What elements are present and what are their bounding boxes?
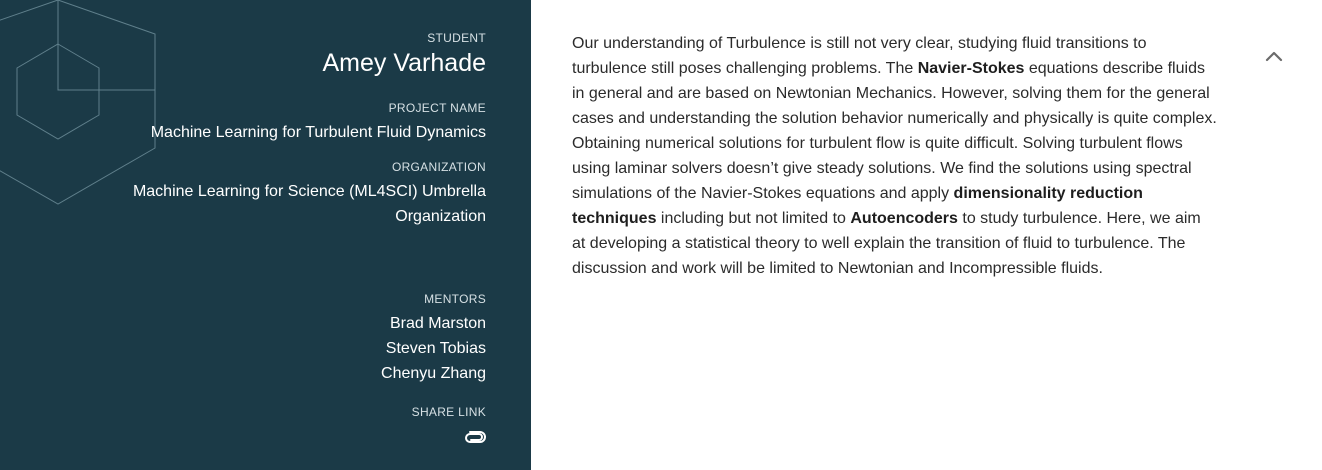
mentor-name: Chenyu Zhang: [381, 365, 486, 382]
project-name: Machine Learning for Turbulent Fluid Dyn…: [150, 124, 486, 141]
mentor-name: Brad Marston: [389, 315, 486, 332]
organization-name-line1: Machine Learning for Science (ML4SCI) Um…: [132, 183, 486, 200]
project-description: Our understanding of Turbulence is still…: [572, 31, 1218, 281]
mentors-section: MENTORS Brad Marston Steven Tobias Cheny…: [381, 291, 486, 449]
student-name: Amey Varhade: [322, 49, 486, 77]
project-sidebar: STUDENT Amey Varhade PROJECT NAME Machin…: [0, 0, 531, 470]
collapse-button[interactable]: [1262, 46, 1286, 66]
organization-label: ORGANIZATION: [391, 160, 486, 174]
chevron-up-icon: [1265, 51, 1283, 62]
project-details: STUDENT Amey Varhade PROJECT NAME Machin…: [66, 30, 486, 229]
organization-name: Machine Learning for Science (ML4SCI) Um…: [66, 179, 486, 229]
mentor-name: Steven Tobias: [385, 340, 486, 357]
description-text: equations describe fluids in general and…: [572, 60, 1217, 202]
mentors-label: MENTORS: [424, 292, 486, 306]
description-text: including but not limited to: [656, 210, 851, 227]
student-label: STUDENT: [427, 31, 486, 45]
project-name-label: PROJECT NAME: [388, 101, 486, 115]
description-emphasis: Autoencoders: [850, 210, 958, 227]
share-link-label: SHARE LINK: [411, 405, 486, 419]
description-emphasis: Navier-Stokes: [917, 60, 1025, 77]
link-icon[interactable]: [464, 430, 486, 449]
organization-name-line2: Organization: [395, 208, 486, 225]
